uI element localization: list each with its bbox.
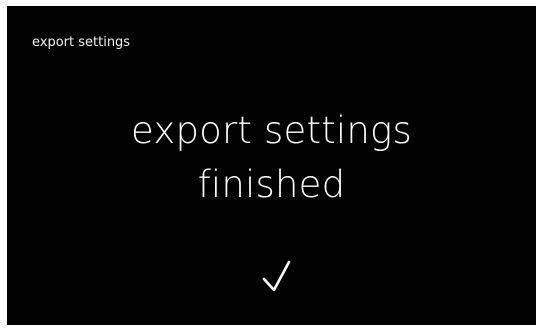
check-icon <box>261 256 293 296</box>
status-message-line-1: export settings <box>131 109 412 152</box>
status-message-line-2: finished <box>197 163 346 206</box>
page-title: export settings <box>32 35 131 50</box>
device-screen: export settings export settings finished <box>7 6 536 325</box>
status-message: export settings finished <box>7 104 536 212</box>
